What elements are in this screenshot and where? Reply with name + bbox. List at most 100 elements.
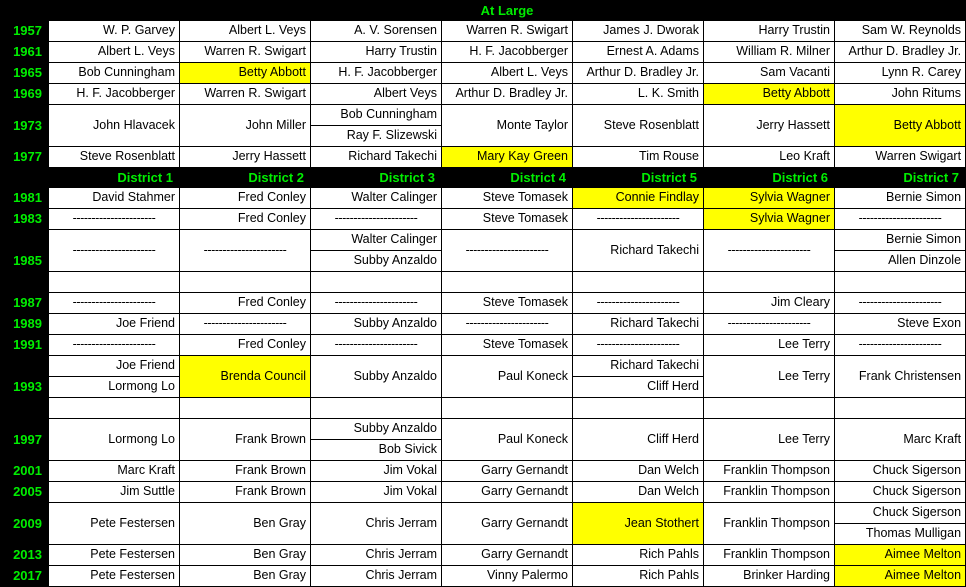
table-body: At Large 1957 W. P. Garvey Albert L. Veys A.… [0,0,966,587]
member-cell: Walter Calinger [310,187,442,209]
year-cell: 2017 [0,565,49,587]
member-cell: Brenda Council [179,355,311,398]
member-cell: Chuck Sigerson [833,460,966,482]
vacant-dash-cell: ---------------------- [310,334,442,356]
table-row: 1973 John Hlavacek John Miller Bob Cunningh… [0,104,966,147]
member-cell: Fred Conley [179,208,311,230]
district-header-7: District 7 [833,167,966,188]
member-cell: Ben Gray [179,565,311,587]
corner-cell [0,0,49,21]
table-row: 1987 ---------------------- Fred Conley ---… [0,292,966,314]
member-cell: Franklin Thompson [703,460,835,482]
member-cell: Steve Rosenblatt [48,146,180,168]
member-cell: Vinny Palermo [441,565,573,587]
member-cell: Chuck Sigerson [833,481,966,503]
district-header-4: District 4 [441,167,573,188]
year-cell: 1991 [0,334,49,356]
table-row: 2013 Pete Festersen Ben Gray Chris Jerram Ga… [0,544,966,566]
member-cell: Chris Jerram [310,565,442,587]
member-cell: William R. Milner [703,41,835,63]
table-row: 2001 Marc Kraft Frank Brown Jim Vokal Garry … [0,460,966,482]
member-cell: Steve Rosenblatt [572,104,704,147]
table-row: 1981 David Stahmer Fred Conley Walter Calin… [0,187,966,209]
member-cell: John Miller [179,104,311,147]
member-cell: Steve Tomasek [441,292,573,314]
at-large-header: At Large [47,0,966,21]
member-cell: Frank Brown [179,418,311,461]
member-cell: Pete Festersen [48,565,180,587]
member-cell: Ben Gray [179,502,311,545]
member-cell: Subby Anzaldo [310,355,442,398]
member-cell: Franklin Thompson [703,481,835,503]
member-cell: Albert L. Veys [441,62,573,84]
member-cell: Harry Trustin [703,20,835,42]
table-row: 1969 H. F. Jacobberger Warren R. Swigart Al… [0,83,966,105]
empty-cell [833,271,966,293]
empty-cell [48,397,180,419]
district-header-1: District 1 [48,167,180,188]
member-cell: Arthur D. Bradley Jr. [572,62,704,84]
member-cell: Subby Anzaldo [310,250,442,272]
member-cell: Steve Tomasek [441,334,573,356]
vacant-dash-cell: ---------------------- [572,208,704,230]
member-cell: Aimee Melton [833,565,966,587]
member-cell: Lee Terry [703,355,835,398]
year-cell: 1961 [0,41,49,63]
member-cell: Garry Gernandt [441,460,573,482]
empty-cell [703,397,835,419]
member-cell: Franklin Thompson [703,544,835,566]
member-cell: Garry Gernandt [441,544,573,566]
vacant-dash-cell: ---------------------- [703,313,835,335]
member-cell: Steve Tomasek [441,208,573,230]
vacant-dash-cell: ---------------------- [572,334,704,356]
member-cell: Jerry Hassett [179,146,311,168]
member-cell: Albert L. Veys [179,20,311,42]
vacant-dash-cell: ---------------------- [48,208,180,230]
member-cell: Jim Vokal [310,481,442,503]
year-cell: 1997 [0,418,49,461]
year-cell: 1985 [0,229,49,293]
year-cell: 1969 [0,83,49,105]
member-cell: Richard Takechi [572,355,704,377]
vacant-dash-cell: ---------------------- [310,292,442,314]
member-cell: H. F. Jacobberger [310,62,442,84]
table-row: 1983 ---------------------- Fred Conley ---… [0,208,966,230]
member-cell: Warren R. Swigart [179,83,311,105]
member-cell: Jerry Hassett [703,104,835,147]
member-cell: Paul Koneck [441,418,573,461]
vacant-dash-cell: ---------------------- [703,229,835,272]
district-header-6: District 6 [703,167,835,188]
member-cell: H. F. Jacobberger [441,41,573,63]
year-cell: 1987 [0,292,49,314]
member-cell: Bernie Simon [833,187,966,209]
empty-cell [441,271,573,293]
member-cell: Garry Gernandt [441,502,573,545]
member-cell: Allen Dinzole [833,250,966,272]
member-cell: Bob Sivick [310,439,442,461]
year-cell: 1981 [0,187,49,209]
member-cell: Garry Gernandt [441,481,573,503]
year-cell: 1989 [0,313,49,335]
member-cell: Betty Abbott [703,83,835,105]
member-cell: Albert Veys [310,83,442,105]
member-cell: Richard Takechi [572,313,704,335]
member-cell: Ben Gray [179,544,311,566]
member-cell: Paul Koneck [441,355,573,398]
member-cell: Harry Trustin [310,41,442,63]
member-cell: Monte Taylor [441,104,573,147]
table-row: 1961 Albert L. Veys Warren R. Swigart Harry… [0,41,966,63]
member-cell: Cliff Herd [572,376,704,398]
member-cell: Aimee Melton [833,544,966,566]
year-cell: 1983 [0,208,49,230]
member-cell: Steve Exon [833,313,966,335]
member-cell: Lormong Lo [48,376,180,398]
member-cell: James J. Dworak [572,20,704,42]
empty-cell [48,271,180,293]
vacant-dash-cell: ---------------------- [179,229,311,272]
member-cell: Chris Jerram [310,502,442,545]
member-cell: Chris Jerram [310,544,442,566]
member-cell: Richard Takechi [310,146,442,168]
member-cell: L. K. Smith [572,83,704,105]
member-cell: Cliff Herd [572,418,704,461]
member-cell: Brinker Harding [703,565,835,587]
